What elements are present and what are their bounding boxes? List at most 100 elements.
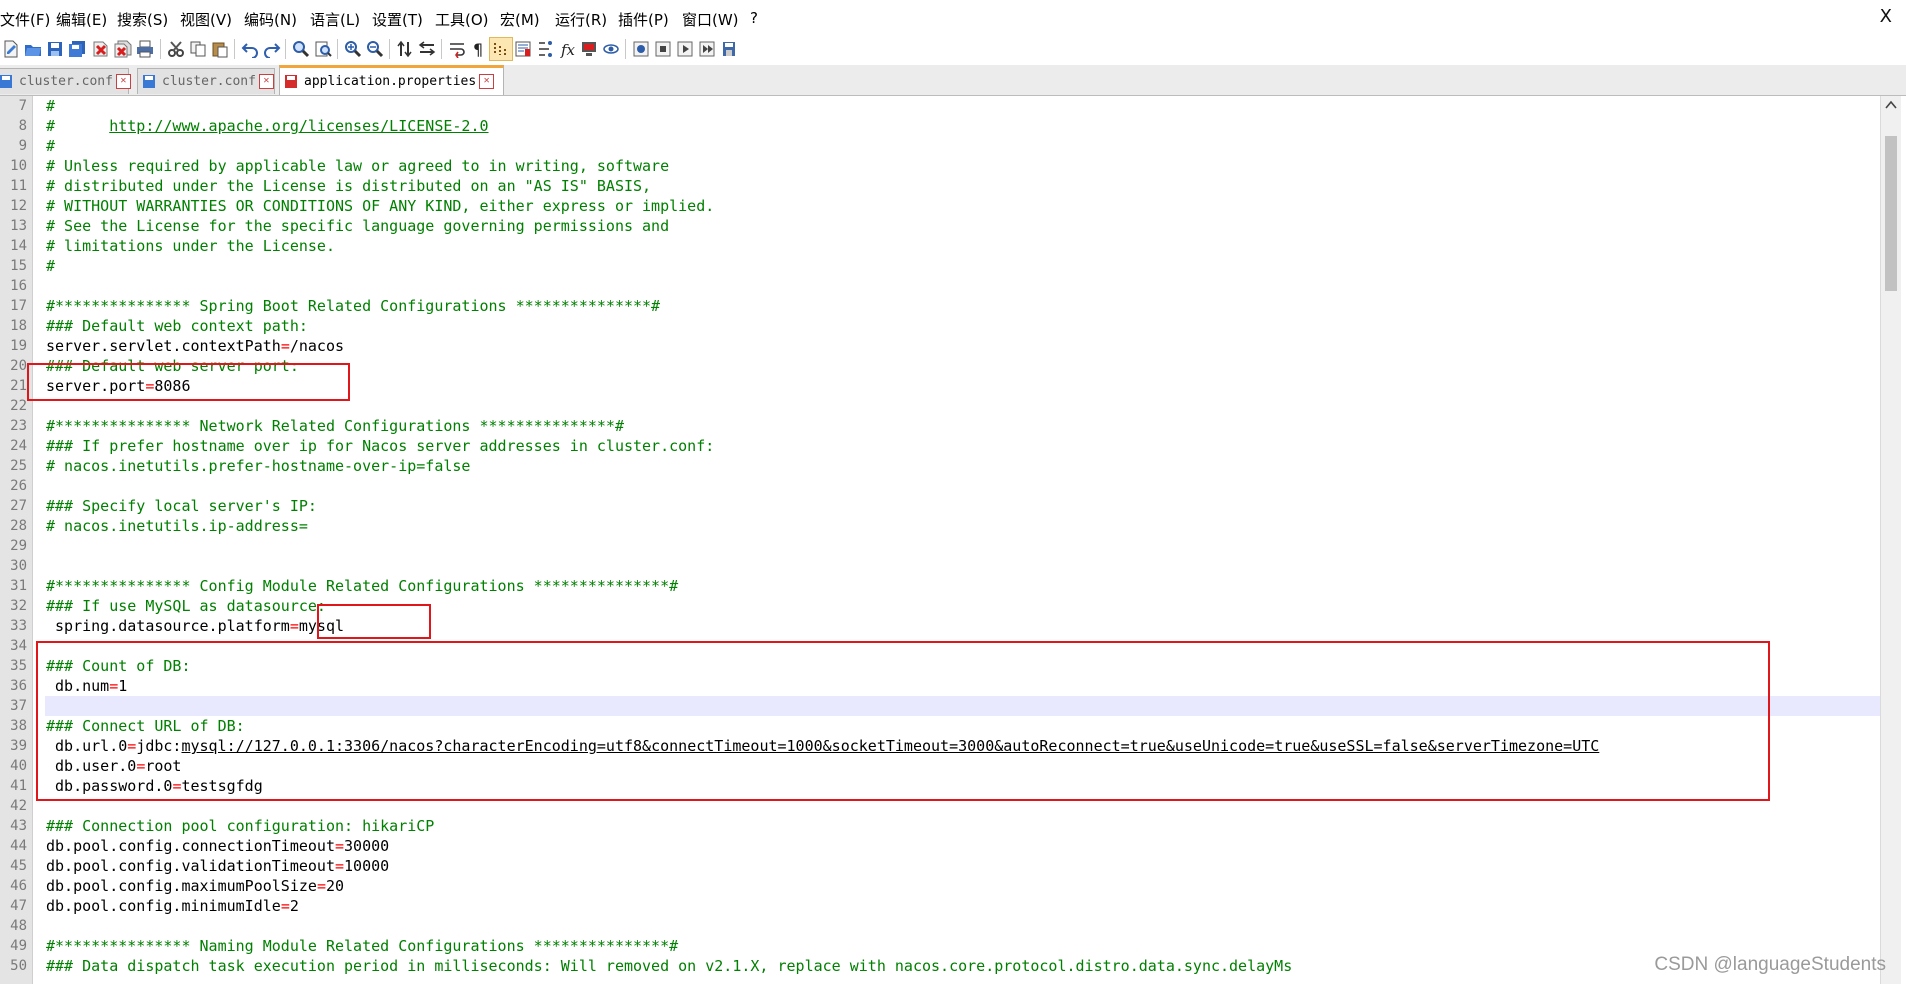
code-line[interactable]: 33 spring.datasource.platform=mysql — [0, 616, 1880, 636]
record-macro-icon[interactable] — [600, 38, 622, 60]
menu-macro[interactable]: 宏(M) — [500, 9, 540, 30]
code-line[interactable]: 31 #*************** Config Module Related… — [0, 576, 1880, 596]
code-line[interactable]: 36 db.num=1 — [0, 676, 1880, 696]
word-wrap-icon[interactable] — [446, 38, 468, 60]
code-line[interactable]: 25 # nacos.inetutils.prefer-hostname-over… — [0, 456, 1880, 476]
menu-language[interactable]: 语言(L) — [310, 9, 360, 30]
code-line[interactable]: 45 db.pool.config.validationTimeout=10000 — [0, 856, 1880, 876]
tab-close-icon[interactable]: ✕ — [479, 74, 495, 89]
code-line[interactable]: 37 — [0, 696, 1880, 716]
code-line[interactable]: 49 #*************** Naming Module Related… — [0, 936, 1880, 956]
zoom-out-icon[interactable] — [364, 38, 386, 60]
code-line[interactable]: 23 #*************** Network Related Confi… — [0, 416, 1880, 436]
code-line[interactable]: 26 — [0, 476, 1880, 496]
cut-icon[interactable] — [165, 38, 187, 60]
undo-icon[interactable] — [239, 38, 261, 60]
code-line[interactable]: 42 — [0, 796, 1880, 816]
code-line[interactable]: 48 — [0, 916, 1880, 936]
menu-search[interactable]: 搜索(S) — [117, 9, 168, 30]
find-icon[interactable] — [290, 38, 312, 60]
code-line[interactable]: 29 — [0, 536, 1880, 556]
code-line[interactable]: 21 server.port=8086 — [0, 376, 1880, 396]
menu-file[interactable]: 文件(F) — [0, 9, 50, 30]
menu-view[interactable]: 视图(V) — [180, 9, 232, 30]
code-line[interactable]: 13 # See the License for the specific lan… — [0, 216, 1880, 236]
code-line[interactable]: 8 # http://www.apache.org/licenses/LICENS… — [0, 116, 1880, 136]
code-line[interactable]: 30 — [0, 556, 1880, 576]
tab-cluster-conf-2[interactable]: cluster.conf ✕ — [137, 68, 275, 94]
menu-window[interactable]: 窗口(W) — [682, 9, 739, 30]
redo-icon[interactable] — [261, 38, 283, 60]
code-line[interactable]: 50 ### Data dispatch task execution perio… — [0, 956, 1880, 976]
folder-workspace-icon[interactable]: fx — [556, 38, 578, 60]
tab-close-icon[interactable]: ✕ — [258, 74, 274, 89]
indent-guide-icon[interactable] — [489, 37, 513, 61]
zoom-in-icon[interactable] — [342, 38, 364, 60]
save-macro-icon[interactable] — [718, 38, 740, 60]
code-line[interactable]: 22 — [0, 396, 1880, 416]
code-editor[interactable]: 7 #8 # http://www.apache.org/licenses/LICE… — [0, 96, 1880, 984]
code-line[interactable]: 17 #*************** Spring Boot Related C… — [0, 296, 1880, 316]
jdbc-url-link[interactable]: mysql://127.0.0.1:3306/nacos?characterEn… — [181, 737, 1599, 755]
code-line[interactable]: 14 # limitations under the License. — [0, 236, 1880, 256]
code-line[interactable]: 32 ### If use MySQL as datasource: — [0, 596, 1880, 616]
close-document-button[interactable]: X — [1880, 6, 1892, 27]
menu-plugins[interactable]: 插件(P) — [618, 9, 669, 30]
code-line[interactable]: 7 # — [0, 96, 1880, 116]
menu-run[interactable]: 运行(R) — [555, 9, 607, 30]
code-line[interactable]: 40 db.user.0=root — [0, 756, 1880, 776]
replace-icon[interactable] — [312, 38, 334, 60]
tab-cluster-conf-1[interactable]: cluster.conf ✕ — [0, 68, 131, 94]
code-line[interactable]: 39 db.url.0=jdbc:mysql://127.0.0.1:3306/… — [0, 736, 1880, 756]
new-file-icon[interactable] — [0, 38, 22, 60]
sync-horizontal-icon[interactable] — [416, 38, 438, 60]
code-line[interactable]: 44 db.pool.config.connectionTimeout=30000 — [0, 836, 1880, 856]
run-macro-icon[interactable] — [696, 38, 718, 60]
copy-icon[interactable] — [187, 38, 209, 60]
code-line[interactable]: 46 db.pool.config.maximumPoolSize=20 — [0, 876, 1880, 896]
code-line[interactable]: 27 ### Specify local server's IP: — [0, 496, 1880, 516]
menu-encoding[interactable]: 编码(N) — [244, 9, 297, 30]
save-all-icon[interactable] — [66, 38, 88, 60]
tab-application-properties[interactable]: application.properties ✕ — [279, 65, 504, 95]
code-line[interactable]: 38 ### Connect URL of DB: — [0, 716, 1880, 736]
menu-tools[interactable]: 工具(O) — [435, 9, 489, 30]
menu-help[interactable]: ? — [750, 9, 758, 27]
code-line[interactable]: 11 # distributed under the License is dis… — [0, 176, 1880, 196]
show-all-chars-icon[interactable]: ¶ — [468, 38, 490, 60]
code-line[interactable]: 15 # — [0, 256, 1880, 276]
function-list-icon[interactable] — [534, 38, 556, 60]
stop-record-icon[interactable] — [630, 38, 652, 60]
code-line[interactable]: 18 ### Default web context path: — [0, 316, 1880, 336]
code-line[interactable]: 20 ### Default web server port: — [0, 356, 1880, 376]
run-macro-multiple-icon[interactable] — [674, 38, 696, 60]
print-icon[interactable] — [134, 38, 156, 60]
code-line[interactable]: 35 ### Count of DB: — [0, 656, 1880, 676]
vertical-scrollbar[interactable] — [1880, 96, 1901, 984]
save-icon[interactable] — [44, 38, 66, 60]
scroll-up-arrow-icon[interactable] — [1885, 100, 1897, 110]
code-line[interactable]: 47 db.pool.config.minimumIdle=2 — [0, 896, 1880, 916]
code-line[interactable]: 16 — [0, 276, 1880, 296]
code-line[interactable]: 19 server.servlet.contextPath=/nacos — [0, 336, 1880, 356]
code-line[interactable]: 24 ### If prefer hostname over ip for Nac… — [0, 436, 1880, 456]
code-line[interactable]: 12 # WITHOUT WARRANTIES OR CONDITIONS OF … — [0, 196, 1880, 216]
code-line[interactable]: 43 ### Connection pool configuration: hik… — [0, 816, 1880, 836]
license-link[interactable]: http://www.apache.org/licenses/LICENSE-2… — [109, 117, 488, 135]
code-line[interactable]: 9 # — [0, 136, 1880, 156]
play-macro-icon[interactable] — [652, 38, 674, 60]
scrollbar-thumb[interactable] — [1885, 136, 1897, 291]
menu-edit[interactable]: 编辑(E) — [56, 9, 107, 30]
doc-map-icon[interactable] — [512, 38, 534, 60]
close-all-icon[interactable] — [112, 38, 134, 60]
code-line[interactable]: 28 # nacos.inetutils.ip-address= — [0, 516, 1880, 536]
tab-close-icon[interactable]: ✕ — [115, 74, 131, 89]
code-line[interactable]: 10 # Unless required by applicable law or… — [0, 156, 1880, 176]
menu-settings[interactable]: 设置(T) — [372, 9, 423, 30]
code-line[interactable]: 34 — [0, 636, 1880, 656]
sync-vertical-icon[interactable] — [394, 38, 416, 60]
open-file-icon[interactable] — [22, 38, 44, 60]
code-line[interactable]: 41 db.password.0=testsgfdg — [0, 776, 1880, 796]
monitor-icon[interactable] — [578, 38, 600, 60]
paste-icon[interactable] — [209, 38, 231, 60]
